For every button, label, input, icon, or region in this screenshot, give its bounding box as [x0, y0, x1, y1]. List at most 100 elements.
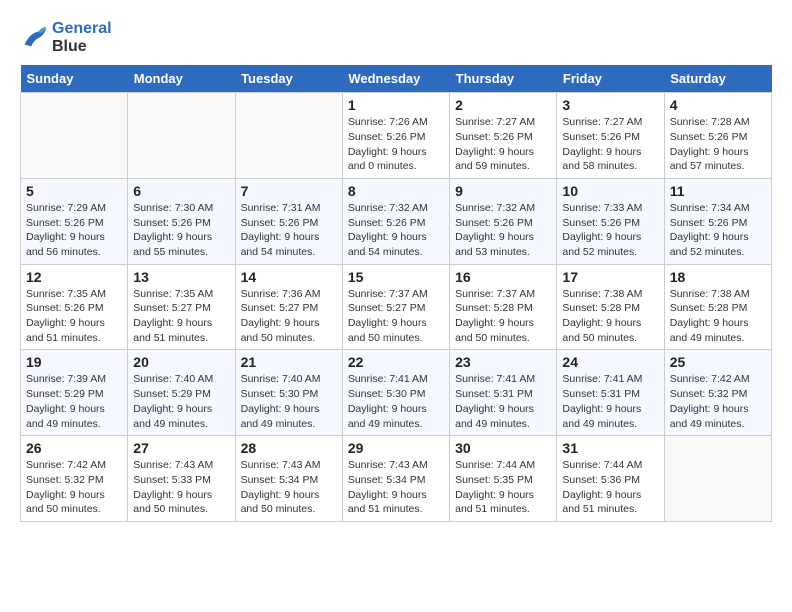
day-number: 31 — [562, 440, 658, 456]
day-info: Sunrise: 7:29 AM Sunset: 5:26 PM Dayligh… — [26, 201, 122, 260]
day-info: Sunrise: 7:41 AM Sunset: 5:30 PM Dayligh… — [348, 372, 444, 431]
table-row: 31 Sunrise: 7:44 AM Sunset: 5:36 PM Dayl… — [557, 436, 664, 522]
day-number: 9 — [455, 183, 551, 199]
day-info: Sunrise: 7:44 AM Sunset: 5:36 PM Dayligh… — [562, 458, 658, 517]
col-header-monday: Monday — [128, 65, 235, 93]
table-row: 10 Sunrise: 7:33 AM Sunset: 5:26 PM Dayl… — [557, 178, 664, 264]
day-info: Sunrise: 7:39 AM Sunset: 5:29 PM Dayligh… — [26, 372, 122, 431]
table-row: 26 Sunrise: 7:42 AM Sunset: 5:32 PM Dayl… — [21, 436, 128, 522]
day-info: Sunrise: 7:38 AM Sunset: 5:28 PM Dayligh… — [670, 287, 766, 346]
day-info: Sunrise: 7:37 AM Sunset: 5:27 PM Dayligh… — [348, 287, 444, 346]
day-number: 27 — [133, 440, 229, 456]
table-row: 1 Sunrise: 7:26 AM Sunset: 5:26 PM Dayli… — [342, 93, 449, 179]
day-info: Sunrise: 7:27 AM Sunset: 5:26 PM Dayligh… — [455, 115, 551, 174]
col-header-sunday: Sunday — [21, 65, 128, 93]
day-number: 29 — [348, 440, 444, 456]
table-row: 28 Sunrise: 7:43 AM Sunset: 5:34 PM Dayl… — [235, 436, 342, 522]
table-row: 11 Sunrise: 7:34 AM Sunset: 5:26 PM Dayl… — [664, 178, 771, 264]
table-row: 21 Sunrise: 7:40 AM Sunset: 5:30 PM Dayl… — [235, 350, 342, 436]
table-row: 4 Sunrise: 7:28 AM Sunset: 5:26 PM Dayli… — [664, 93, 771, 179]
table-row: 17 Sunrise: 7:38 AM Sunset: 5:28 PM Dayl… — [557, 264, 664, 350]
day-number: 11 — [670, 183, 766, 199]
day-number: 12 — [26, 269, 122, 285]
day-info: Sunrise: 7:32 AM Sunset: 5:26 PM Dayligh… — [455, 201, 551, 260]
day-number: 5 — [26, 183, 122, 199]
day-number: 1 — [348, 97, 444, 113]
day-info: Sunrise: 7:26 AM Sunset: 5:26 PM Dayligh… — [348, 115, 444, 174]
table-row: 18 Sunrise: 7:38 AM Sunset: 5:28 PM Dayl… — [664, 264, 771, 350]
day-number: 30 — [455, 440, 551, 456]
table-row: 27 Sunrise: 7:43 AM Sunset: 5:33 PM Dayl… — [128, 436, 235, 522]
day-number: 19 — [26, 354, 122, 370]
day-info: Sunrise: 7:42 AM Sunset: 5:32 PM Dayligh… — [670, 372, 766, 431]
table-row: 2 Sunrise: 7:27 AM Sunset: 5:26 PM Dayli… — [450, 93, 557, 179]
table-row — [235, 93, 342, 179]
day-info: Sunrise: 7:27 AM Sunset: 5:26 PM Dayligh… — [562, 115, 658, 174]
day-info: Sunrise: 7:42 AM Sunset: 5:32 PM Dayligh… — [26, 458, 122, 517]
day-info: Sunrise: 7:28 AM Sunset: 5:26 PM Dayligh… — [670, 115, 766, 174]
table-row: 9 Sunrise: 7:32 AM Sunset: 5:26 PM Dayli… — [450, 178, 557, 264]
day-number: 16 — [455, 269, 551, 285]
table-row: 8 Sunrise: 7:32 AM Sunset: 5:26 PM Dayli… — [342, 178, 449, 264]
table-row — [664, 436, 771, 522]
col-header-saturday: Saturday — [664, 65, 771, 93]
table-row — [21, 93, 128, 179]
table-row: 5 Sunrise: 7:29 AM Sunset: 5:26 PM Dayli… — [21, 178, 128, 264]
day-info: Sunrise: 7:41 AM Sunset: 5:31 PM Dayligh… — [562, 372, 658, 431]
table-row: 19 Sunrise: 7:39 AM Sunset: 5:29 PM Dayl… — [21, 350, 128, 436]
day-info: Sunrise: 7:40 AM Sunset: 5:29 PM Dayligh… — [133, 372, 229, 431]
col-header-tuesday: Tuesday — [235, 65, 342, 93]
day-number: 13 — [133, 269, 229, 285]
table-row: 16 Sunrise: 7:37 AM Sunset: 5:28 PM Dayl… — [450, 264, 557, 350]
table-row: 13 Sunrise: 7:35 AM Sunset: 5:27 PM Dayl… — [128, 264, 235, 350]
page-header: General Blue — [20, 20, 772, 55]
day-number: 7 — [241, 183, 337, 199]
table-row: 3 Sunrise: 7:27 AM Sunset: 5:26 PM Dayli… — [557, 93, 664, 179]
day-info: Sunrise: 7:37 AM Sunset: 5:28 PM Dayligh… — [455, 287, 551, 346]
day-number: 15 — [348, 269, 444, 285]
day-number: 20 — [133, 354, 229, 370]
table-row: 15 Sunrise: 7:37 AM Sunset: 5:27 PM Dayl… — [342, 264, 449, 350]
day-info: Sunrise: 7:36 AM Sunset: 5:27 PM Dayligh… — [241, 287, 337, 346]
day-number: 23 — [455, 354, 551, 370]
day-info: Sunrise: 7:43 AM Sunset: 5:33 PM Dayligh… — [133, 458, 229, 517]
day-info: Sunrise: 7:31 AM Sunset: 5:26 PM Dayligh… — [241, 201, 337, 260]
day-number: 17 — [562, 269, 658, 285]
col-header-thursday: Thursday — [450, 65, 557, 93]
day-info: Sunrise: 7:35 AM Sunset: 5:27 PM Dayligh… — [133, 287, 229, 346]
table-row: 25 Sunrise: 7:42 AM Sunset: 5:32 PM Dayl… — [664, 350, 771, 436]
day-info: Sunrise: 7:43 AM Sunset: 5:34 PM Dayligh… — [241, 458, 337, 517]
day-info: Sunrise: 7:32 AM Sunset: 5:26 PM Dayligh… — [348, 201, 444, 260]
table-row: 30 Sunrise: 7:44 AM Sunset: 5:35 PM Dayl… — [450, 436, 557, 522]
day-info: Sunrise: 7:41 AM Sunset: 5:31 PM Dayligh… — [455, 372, 551, 431]
table-row: 20 Sunrise: 7:40 AM Sunset: 5:29 PM Dayl… — [128, 350, 235, 436]
day-info: Sunrise: 7:33 AM Sunset: 5:26 PM Dayligh… — [562, 201, 658, 260]
day-number: 22 — [348, 354, 444, 370]
day-number: 4 — [670, 97, 766, 113]
day-number: 25 — [670, 354, 766, 370]
day-info: Sunrise: 7:34 AM Sunset: 5:26 PM Dayligh… — [670, 201, 766, 260]
table-row: 29 Sunrise: 7:43 AM Sunset: 5:34 PM Dayl… — [342, 436, 449, 522]
table-row: 24 Sunrise: 7:41 AM Sunset: 5:31 PM Dayl… — [557, 350, 664, 436]
day-number: 14 — [241, 269, 337, 285]
table-row: 23 Sunrise: 7:41 AM Sunset: 5:31 PM Dayl… — [450, 350, 557, 436]
day-number: 21 — [241, 354, 337, 370]
table-row: 22 Sunrise: 7:41 AM Sunset: 5:30 PM Dayl… — [342, 350, 449, 436]
day-info: Sunrise: 7:44 AM Sunset: 5:35 PM Dayligh… — [455, 458, 551, 517]
day-number: 26 — [26, 440, 122, 456]
table-row — [128, 93, 235, 179]
day-number: 28 — [241, 440, 337, 456]
day-number: 18 — [670, 269, 766, 285]
logo-icon — [20, 24, 48, 52]
day-number: 3 — [562, 97, 658, 113]
table-row: 12 Sunrise: 7:35 AM Sunset: 5:26 PM Dayl… — [21, 264, 128, 350]
day-info: Sunrise: 7:30 AM Sunset: 5:26 PM Dayligh… — [133, 201, 229, 260]
day-info: Sunrise: 7:35 AM Sunset: 5:26 PM Dayligh… — [26, 287, 122, 346]
day-info: Sunrise: 7:38 AM Sunset: 5:28 PM Dayligh… — [562, 287, 658, 346]
logo: General Blue — [20, 20, 112, 55]
col-header-friday: Friday — [557, 65, 664, 93]
day-number: 6 — [133, 183, 229, 199]
day-info: Sunrise: 7:43 AM Sunset: 5:34 PM Dayligh… — [348, 458, 444, 517]
day-number: 10 — [562, 183, 658, 199]
day-number: 8 — [348, 183, 444, 199]
